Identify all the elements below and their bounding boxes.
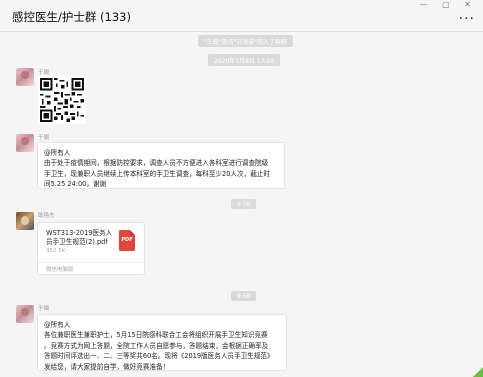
message-line: 各位兼职医生兼职护士，5月15日院感科联合工会将组织开展手卫生知识竞赛: [44, 331, 268, 340]
system-invite-notice: "王磊"邀请"刘海波"加入了群聊: [198, 35, 294, 47]
file-source-label: 微信电脑版: [38, 262, 144, 275]
qr-code-icon: [40, 78, 84, 122]
message-line: 手卫生，现兼职人员继续上传本科室的手卫生调查，每科至少20人次，截止时: [44, 169, 270, 178]
sender-name: 耿艳杰: [38, 213, 55, 219]
message-line: 答题时间评选出一、二、三等奖共60名。现将《2019版医务人员手卫生规范》: [44, 352, 274, 361]
chat-header: 感控医生/护士群 (133) — ▢ ✕ ...: [0, 0, 483, 32]
message-line: 由于处于疫情期间，根据防控要求，调查人员不方便进入各科室进行调查院级: [44, 159, 269, 168]
pdf-file-icon: PDF: [119, 230, 135, 251]
message-line: @所有人: [44, 321, 71, 329]
message-bubble[interactable]: @所有人 由于处于疫情期间，根据防控要求，调查人员不方便进入各科室进行调查院级 …: [37, 142, 285, 189]
sender-name: 于娟: [38, 70, 50, 76]
qr-code-image[interactable]: [38, 76, 86, 124]
avatar[interactable]: [16, 212, 34, 230]
message-line: 。竞赛方式为网上答题，全院工作人员自愿参与，答题结束，会根据正确率及: [44, 341, 269, 350]
message-line: 间5.25 24:00，谢谢: [44, 180, 107, 189]
timestamp-divider: 9:58: [231, 291, 257, 301]
chat-title: 感控医生/护士群 (133): [12, 10, 131, 24]
timestamp-divider: 2020年5月8日 17:26: [208, 54, 281, 66]
avatar[interactable]: [16, 68, 34, 86]
file-attachment-card[interactable]: WST313-2019医务人 员手卫生规范(2).pdf 352.5K PDF …: [37, 222, 145, 275]
file-size: 352.5K: [46, 248, 66, 254]
file-name: WST313-2019医务人 员手卫生规范(2).pdf: [46, 229, 118, 247]
more-options-button[interactable]: ...: [459, 8, 475, 22]
resize-grip[interactable]: [473, 367, 483, 377]
file-name-line: WST313-2019医务人: [46, 229, 113, 237]
avatar[interactable]: [16, 305, 34, 323]
sender-name: 于娟: [38, 135, 50, 141]
sender-name: 于娟: [38, 306, 50, 312]
message-line: 发给您，请大家提前自学，做好竞赛准备！: [44, 362, 170, 371]
message-line: @所有人: [44, 149, 71, 157]
message-bubble[interactable]: @所有人 各位兼职医生兼职护士，5月15日院感科联合工会将组织开展手卫生知识竞赛…: [37, 314, 287, 371]
avatar[interactable]: [16, 134, 34, 152]
file-name-line: 员手卫生规范(2).pdf: [46, 238, 108, 246]
timestamp-divider: 9:58: [231, 199, 257, 209]
